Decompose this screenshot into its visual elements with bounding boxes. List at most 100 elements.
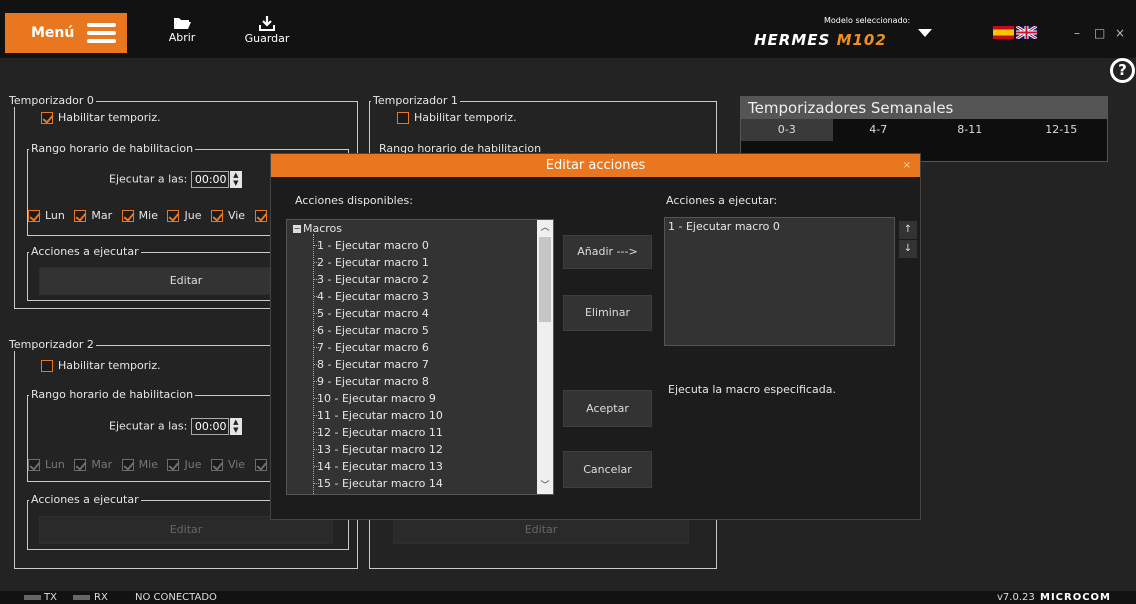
timer-0-enable[interactable]: Habilitar temporiz. [41,111,161,124]
model-logo[interactable]: HERMES M102 [754,31,887,49]
tree-item[interactable]: 3 - Ejecutar macro 2 [287,271,553,288]
timer-2-enable[interactable]: Habilitar temporiz. [41,359,161,372]
exec-actions-list[interactable]: 1 - Ejecutar macro 0 [664,217,895,346]
tree-item[interactable]: 7 - Ejecutar macro 6 [287,339,553,356]
checkbox-icon[interactable] [41,112,53,124]
day-checkbox[interactable] [210,459,223,471]
day-label: Mie [138,458,158,471]
spanish-flag-icon[interactable] [993,26,1014,39]
exec-at-label: Ejecutar a las: [109,419,188,433]
tree-item[interactable]: 8 - Ejecutar macro 7 [287,356,553,373]
hamburger-icon [87,23,117,43]
menu-button[interactable]: Menú [5,13,127,53]
tree-scrollbar[interactable]: ︿ ﹀ [537,220,553,494]
logo-model: M102 [836,31,887,49]
timer-0-exec-time: Ejecutar a las: 00:00 ▲ ▼ [109,171,242,188]
collapse-icon[interactable]: − [293,225,301,233]
tree-item[interactable]: 9 - Ejecutar macro 8 [287,373,553,390]
move-up-button[interactable]: ↑ [899,221,917,239]
day-label: Vie [227,458,246,471]
tree-item[interactable]: 6 - Ejecutar macro 5 [287,322,553,339]
day-checkbox[interactable] [28,459,40,471]
time-input[interactable]: 00:00 [190,418,229,435]
maximize-button[interactable]: □ [1094,26,1105,40]
add-action-button[interactable]: Añadir ---> [563,235,652,269]
timer-0-title: Temporizador 0 [7,94,96,107]
dialog-close-button[interactable]: × [903,154,911,177]
tree-item[interactable]: 5 - Ejecutar macro 4 [287,305,553,322]
timer-2-range-title: Rango horario de habilitacion [29,388,196,401]
menu-label: Menú [31,25,75,41]
close-window-button[interactable]: × [1115,26,1125,40]
timer-2-edit-button[interactable]: Editar [39,516,333,544]
remove-action-button[interactable]: Eliminar [563,295,652,331]
weekly-timers-tabs: 0-3 4-7 8-11 12-15 [741,119,1107,141]
help-icon[interactable]: ? [1110,58,1135,83]
scrollbar-thumb[interactable] [539,237,551,322]
day-checkbox[interactable] [121,210,134,222]
accept-button[interactable]: Aceptar [563,390,652,427]
tree-item[interactable]: 15 - Ejecutar macro 14 [287,475,553,492]
tab-8-11[interactable]: 8-11 [924,119,1016,141]
uk-flag-icon[interactable] [1016,26,1037,39]
day-label: Mar [91,458,113,471]
save-button[interactable]: Guardar [237,16,297,45]
tab-0-3[interactable]: 0-3 [741,119,833,141]
day-checkbox[interactable] [210,210,223,222]
time-spinner[interactable]: ▲ ▼ [229,171,242,188]
timer-0-days: Lun Mar Mie Jue Vie S [28,209,279,222]
top-toolbar: Menú Abrir Guardar Modelo seleccionado: … [0,0,1136,58]
tree-item[interactable]: 11 - Ejecutar macro 10 [287,407,553,424]
timer-0-enable-label: Habilitar temporiz. [58,111,161,124]
tree-item[interactable]: 12 - Ejecutar macro 11 [287,424,553,441]
tree-item[interactable]: 14 - Ejecutar macro 13 [287,458,553,475]
day-checkbox[interactable] [167,210,180,222]
list-item[interactable]: 1 - Ejecutar macro 0 [665,218,894,235]
tree-items: 1 - Ejecutar macro 02 - Ejecutar macro 1… [287,237,553,494]
tab-4-7[interactable]: 4-7 [833,119,925,141]
day-checkbox[interactable] [121,459,134,471]
tree-item[interactable]: 13 - Ejecutar macro 12 [287,441,553,458]
available-actions-tree[interactable]: − Macros 1 - Ejecutar macro 02 - Ejecutar… [286,219,554,495]
scroll-up-icon[interactable]: ︿ [537,220,553,236]
day-checkbox[interactable] [254,210,267,222]
checkbox-icon[interactable] [41,360,53,372]
minimize-button[interactable]: – [1074,26,1080,40]
rx-indicator [73,595,90,600]
time-input[interactable]: 00:00 [190,171,229,188]
move-down-button[interactable]: ↓ [899,240,917,258]
checkbox-icon[interactable] [397,112,409,124]
day-checkbox[interactable] [167,459,180,471]
tree-item[interactable]: 1 - Ejecutar macro 0 [287,237,553,254]
timer-3-edit-button[interactable]: Editar [393,516,689,544]
timer-1-enable[interactable]: Habilitar temporiz. [397,111,517,124]
timer-0-range-title: Rango horario de habilitacion [29,142,196,155]
cancel-button[interactable]: Cancelar [563,451,652,488]
rx-label: RX [94,592,108,603]
timer-1-title: Temporizador 1 [371,94,460,107]
tree-item[interactable]: 10 - Ejecutar macro 9 [287,390,553,407]
day-checkbox[interactable] [74,459,87,471]
day-checkbox[interactable] [74,210,87,222]
available-actions-label: Acciones disponibles: [295,194,413,207]
tree-node-macros[interactable]: − Macros [287,220,553,237]
tree-item[interactable]: 4 - Ejecutar macro 3 [287,288,553,305]
tab-12-15[interactable]: 12-15 [1016,119,1108,141]
time-spinner[interactable]: ▲ ▼ [229,418,242,435]
dialog-title-bar: Editar acciones × [271,154,920,177]
scroll-down-icon[interactable]: ﹀ [537,478,553,494]
edit-actions-dialog: Editar acciones × Acciones disponibles: … [270,153,921,520]
model-dropdown-icon[interactable] [918,29,932,37]
model-selected-label: Modelo seleccionado: [824,16,911,25]
timer-2-enable-label: Habilitar temporiz. [58,359,161,372]
open-button[interactable]: Abrir [152,16,212,44]
download-icon [259,16,275,31]
exec-at-label: Ejecutar a las: [109,172,188,186]
day-checkbox[interactable] [254,459,267,471]
timer-2-exec-time: Ejecutar a las: 00:00 ▲ ▼ [109,418,242,435]
day-label: Lun [45,458,65,471]
day-checkbox[interactable] [28,210,40,222]
tree-item[interactable]: 2 - Ejecutar macro 1 [287,254,553,271]
save-label: Guardar [244,32,290,45]
tree-item[interactable]: 16 - Ejecutar macro 15 [287,492,553,494]
